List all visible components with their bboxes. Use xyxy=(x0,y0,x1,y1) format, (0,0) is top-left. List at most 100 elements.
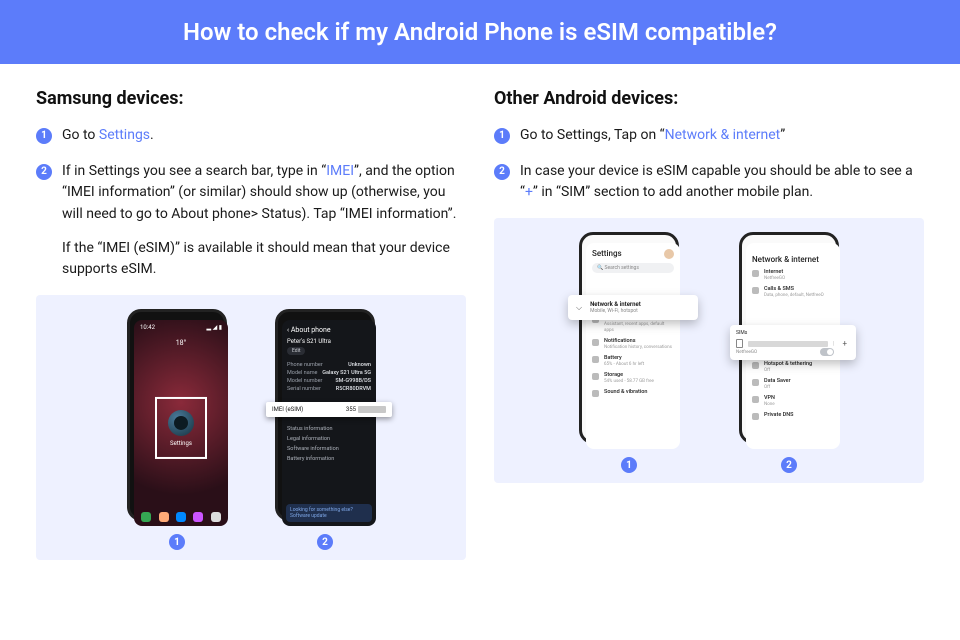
profile-avatar xyxy=(664,249,674,259)
network-title: Network & internet xyxy=(752,255,834,264)
sublabel: NetfreeGO xyxy=(764,276,785,281)
phone-mock: Network & internet InternetNetfreeGO Cal… xyxy=(739,232,839,444)
screenshot-badge: 2 xyxy=(317,534,333,550)
value: R5CR80DRVM xyxy=(336,386,371,392)
sublabel: Mobile, Wi-Fi, hotspot xyxy=(590,308,638,314)
screenshot-other-2: Network & internet InternetNetfreeGO Cal… xyxy=(739,232,839,473)
step-body: Go to Settings. xyxy=(62,125,466,147)
label: Network & internet xyxy=(590,301,641,308)
list-item: Legal information xyxy=(287,436,371,442)
text: . xyxy=(150,127,154,143)
sublabel: Data, phone, default, NetfreeO xyxy=(764,293,824,298)
settings-label: Settings xyxy=(170,440,192,447)
screenshot-other-1: Settings 🔍 Search settings ⌵ Network & i… xyxy=(579,232,679,473)
status-icons: ▂ ◢ ▮ xyxy=(206,324,222,331)
clock: 10:42 xyxy=(140,324,155,331)
text: If in Settings you see a search bar, typ… xyxy=(62,163,326,179)
sound-icon xyxy=(592,390,599,397)
page-header: How to check if my Android Phone is eSIM… xyxy=(0,0,960,64)
label: Model number xyxy=(287,378,322,384)
redacted xyxy=(748,341,828,347)
samsung-gallery: 10:42 ▂ ◢ ▮ 18° Settings 1 xyxy=(36,295,466,560)
network-internet-callout: ⌵ Network & internetMobile, Wi-Fi, hotsp… xyxy=(568,295,698,320)
step-body: In case your device is eSIM capable you … xyxy=(520,161,924,204)
samsung-heading: Samsung devices: xyxy=(36,88,466,109)
search-suggestion: Looking for something else? Software upd… xyxy=(286,504,372,522)
samsung-column: Samsung devices: 1 Go to Settings. 2 If … xyxy=(36,88,466,560)
settings-link[interactable]: Settings xyxy=(99,127,150,143)
step-number-badge: 1 xyxy=(494,128,510,144)
status-bar: 10:42 ▂ ◢ ▮ xyxy=(134,320,228,335)
screenshot-badge: 1 xyxy=(169,534,185,550)
label: Notifications xyxy=(604,338,672,344)
datasaver-icon xyxy=(752,379,759,386)
phone-mock: Settings 🔍 Search settings ⌵ Network & i… xyxy=(579,232,679,444)
calls-icon xyxy=(752,287,759,294)
settings-title: Settings xyxy=(592,249,674,258)
label: Battery xyxy=(604,355,644,361)
other-steps: 1 Go to Settings, Tap on “Network & inte… xyxy=(494,125,924,204)
other-gallery: Settings 🔍 Search settings ⌵ Network & i… xyxy=(494,218,924,483)
wifi-icon: ⌵ xyxy=(576,303,582,313)
weather-widget: 18° xyxy=(134,339,228,347)
airplane-toggle xyxy=(820,348,834,356)
other-step-2: 2 In case your device is eSIM capable yo… xyxy=(494,161,924,204)
content-columns: Samsung devices: 1 Go to Settings. 2 If … xyxy=(0,64,960,560)
screenshot-badge: 2 xyxy=(781,457,797,473)
imei-link[interactable]: IMEI xyxy=(326,163,354,179)
sublabel: Off xyxy=(764,385,770,390)
network-internet-link[interactable]: Network & internet xyxy=(665,127,781,143)
about-list: Status information Legal information Sof… xyxy=(287,426,371,462)
dns-icon xyxy=(752,413,759,420)
storage-icon xyxy=(592,373,599,380)
edit-button: Edit xyxy=(287,347,305,355)
label: Phone number xyxy=(287,362,323,368)
sublabel: Notification history, conversations xyxy=(604,345,672,350)
sublabel: 54% used - 58.77 GB free xyxy=(604,379,654,384)
label: Hotspot & tethering xyxy=(764,361,812,367)
sublabel: None xyxy=(764,402,775,407)
step-number-badge: 2 xyxy=(494,164,510,180)
about-phone-title: ‹ About phone xyxy=(287,326,371,334)
list-item: Status information xyxy=(287,426,371,432)
imei-value: 355 xyxy=(346,406,356,413)
sublabel: Off xyxy=(764,368,770,373)
samsung-step-1: 1 Go to Settings. xyxy=(36,125,466,147)
text: If the “IMEI (eSIM)” is available it sho… xyxy=(62,238,466,281)
phone-mock: 10:42 ▂ ◢ ▮ 18° Settings xyxy=(127,309,227,521)
sims-label: SIMs xyxy=(736,330,850,336)
settings-icon-highlight: Settings xyxy=(155,397,207,459)
samsung-step-2: 2 If in Settings you see a search bar, t… xyxy=(36,161,466,281)
text: ” in “SIM” section to add another mobile… xyxy=(533,184,813,200)
value: Unknown xyxy=(348,362,371,368)
screenshot-badge: 1 xyxy=(621,457,637,473)
sublabel: Assistant, recent apps, default apps xyxy=(604,322,664,333)
label: Calls & SMS xyxy=(764,286,824,292)
redacted xyxy=(358,406,386,413)
notifications-icon xyxy=(592,339,599,346)
battery-icon xyxy=(592,356,599,363)
device-name: Peter's S21 Ultra xyxy=(287,338,371,345)
screenshot-samsung-1: 10:42 ▂ ◢ ▮ 18° Settings 1 xyxy=(127,309,227,550)
value: SM-G998B/DS xyxy=(335,378,371,384)
step-body: If in Settings you see a search bar, typ… xyxy=(62,161,466,281)
samsung-steps: 1 Go to Settings. 2 If in Settings you s… xyxy=(36,125,466,281)
text: About phone xyxy=(291,326,331,334)
gear-icon xyxy=(168,410,194,436)
other-step-1: 1 Go to Settings, Tap on “Network & inte… xyxy=(494,125,924,147)
label: Internet xyxy=(764,269,785,275)
text: Go to xyxy=(62,127,99,143)
label: Private DNS xyxy=(764,412,793,418)
screenshot-samsung-2: ‹ About phone Peter's S21 Ultra Edit Pho… xyxy=(275,309,375,550)
imei-label: IMEI (eSIM) xyxy=(272,406,303,413)
plus-link[interactable]: + xyxy=(525,184,533,200)
value: Galaxy S21 Ultra 5G xyxy=(322,370,371,376)
search-settings: 🔍 Search settings xyxy=(592,263,674,273)
sim-icon xyxy=(736,339,743,348)
list-item: Software information xyxy=(287,446,371,452)
label: Serial number xyxy=(287,386,321,392)
vpn-icon xyxy=(752,396,759,403)
list-item: Battery information xyxy=(287,456,371,462)
label: VPN xyxy=(764,395,775,401)
add-sim-plus: + xyxy=(839,339,850,348)
